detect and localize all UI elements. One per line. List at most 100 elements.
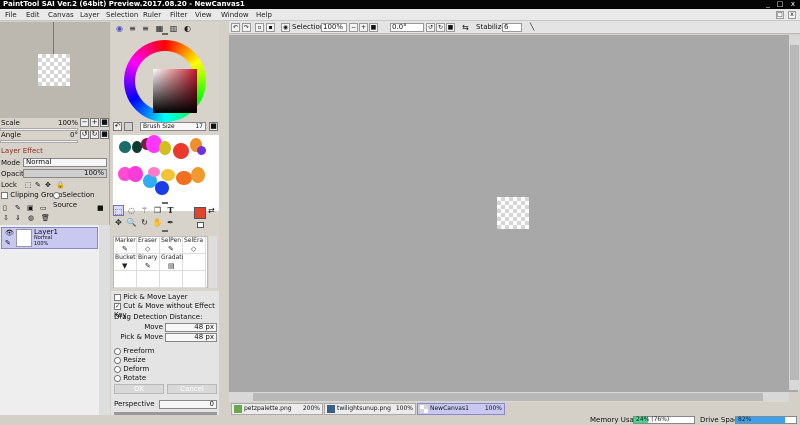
- swatch[interactable]: [197, 146, 206, 155]
- panel-grip[interactable]: [162, 33, 168, 35]
- lock-all-icon[interactable]: 🔒: [56, 180, 65, 190]
- zoom-out-icon[interactable]: −: [80, 118, 89, 127]
- brush-grid-scrollbar[interactable]: [209, 236, 217, 288]
- restore-button[interactable]: □: [776, 1, 784, 8]
- cut-move-checkbox[interactable]: ✓: [114, 302, 121, 310]
- brush-empty-slot[interactable]: [183, 271, 206, 288]
- foreground-color-icon[interactable]: [194, 207, 206, 219]
- color-wheel[interactable]: [124, 40, 206, 122]
- swatch[interactable]: [148, 167, 160, 177]
- menu-file[interactable]: File: [5, 9, 17, 21]
- rotate-radio[interactable]: [114, 374, 121, 382]
- canvas-area[interactable]: [229, 35, 798, 392]
- brush-gradation[interactable]: Gradati ▤: [160, 254, 183, 271]
- pick-move-layer-checkbox[interactable]: [114, 293, 121, 301]
- swatch[interactable]: [159, 141, 171, 155]
- new-raster-layer-icon[interactable]: ✎: [15, 203, 21, 213]
- perspective-field[interactable]: 0: [159, 400, 217, 409]
- tab-twilightsunup[interactable]: twilightsunup.png 100%: [324, 403, 416, 415]
- zoom-field[interactable]: 100%: [321, 23, 347, 32]
- move-tool-icon[interactable]: ✥: [113, 217, 124, 228]
- brush-marker[interactable]: Marker ✎: [114, 237, 137, 254]
- brush-eraser[interactable]: Eraser ◇: [137, 237, 160, 254]
- canvas-vertical-scrollbar[interactable]: [789, 35, 800, 390]
- transform-freeform[interactable]: Freeform: [114, 347, 154, 356]
- child-restore-icon[interactable]: □: [776, 11, 784, 19]
- pick-move-distance-field[interactable]: 48 px: [165, 333, 217, 342]
- menu-layer[interactable]: Layer: [80, 9, 100, 21]
- new-layer-icon[interactable]: ▯: [3, 203, 7, 213]
- lock-transparency-icon[interactable]: ⬚: [25, 180, 32, 190]
- panel-scrollbar[interactable]: [219, 22, 229, 425]
- vertical-scroll-thumb[interactable]: [790, 45, 799, 380]
- brush-empty-slot[interactable]: [114, 271, 137, 288]
- swatch[interactable]: [173, 143, 189, 159]
- navigator[interactable]: [0, 22, 110, 118]
- copy-layer-tool-icon[interactable]: ❐: [152, 205, 163, 216]
- rotate-right-icon[interactable]: ↻: [436, 23, 445, 32]
- rotate-reset-icon[interactable]: ■: [100, 130, 109, 139]
- menu-canvas[interactable]: Canvas: [48, 9, 74, 21]
- rotate-left-icon[interactable]: ↺: [426, 23, 435, 32]
- brush-empty-slot[interactable]: [183, 254, 206, 271]
- menu-view[interactable]: View: [195, 9, 212, 21]
- panel-grip[interactable]: [162, 202, 168, 204]
- menu-edit[interactable]: Edit: [26, 9, 40, 21]
- undo-icon[interactable]: ↶: [231, 23, 240, 32]
- lock-move-icon[interactable]: ✥: [45, 180, 51, 190]
- rotate-right-icon[interactable]: ↻: [90, 130, 99, 139]
- show-selection-icon[interactable]: ◉: [281, 23, 290, 32]
- color-wheel-tab-icon[interactable]: ◉: [114, 23, 125, 34]
- transform-deform[interactable]: Deform: [114, 365, 149, 374]
- angle-slider[interactable]: [0, 140, 78, 143]
- lasso-tool-icon[interactable]: ◌: [126, 205, 137, 216]
- rgb-sliders-tab-icon[interactable]: ≡: [127, 23, 138, 34]
- angle-field[interactable]: 0.0°: [390, 23, 424, 32]
- rotate-left-icon[interactable]: ↺: [80, 130, 89, 139]
- selection-source-radio[interactable]: [53, 191, 60, 199]
- panel-grip[interactable]: [162, 230, 168, 232]
- brush-binary[interactable]: Binary ✎: [137, 254, 160, 271]
- swatch[interactable]: [161, 169, 175, 181]
- minimize-button[interactable]: _: [764, 1, 772, 8]
- scratchpad-tab-icon[interactable]: ▥: [168, 23, 179, 34]
- layer-row[interactable]: 👁 ✎ Layer1 Normal 100%: [1, 227, 98, 249]
- navigator-preview[interactable]: [38, 54, 70, 86]
- tab-newcanvas1[interactable]: NewCanvas1 100%: [417, 403, 505, 415]
- zoom-out-icon[interactable]: −: [349, 23, 358, 32]
- transform-resize[interactable]: Resize: [114, 356, 146, 365]
- magic-wand-tool-icon[interactable]: ⚚: [139, 205, 150, 216]
- undo-icon[interactable]: ↶: [113, 122, 122, 131]
- pick-move-layer-option[interactable]: Pick & Move Layer: [114, 293, 188, 302]
- hsv-sliders-tab-icon[interactable]: ≡: [140, 23, 151, 34]
- freeform-radio[interactable]: [114, 347, 121, 355]
- scratchpad[interactable]: [113, 135, 219, 211]
- layer-panel-toggle-icon[interactable]: ■: [97, 203, 104, 213]
- brush-empty-slot[interactable]: [160, 271, 183, 288]
- close-button[interactable]: x: [789, 1, 797, 8]
- brush-bucket[interactable]: Bucket ▼: [114, 254, 137, 271]
- flip-horizontal-icon[interactable]: ⇆: [462, 21, 469, 34]
- canvas-horizontal-scrollbar[interactable]: [229, 392, 789, 402]
- zoom-tool-icon[interactable]: 🔍: [126, 217, 137, 228]
- deselect-icon[interactable]: ▫: [255, 23, 264, 32]
- saturation-value-square[interactable]: [153, 69, 197, 113]
- child-close-icon[interactable]: x: [788, 11, 796, 19]
- brush-size-preset-icon[interactable]: ■: [209, 122, 218, 131]
- mode-select[interactable]: Normal: [23, 158, 107, 167]
- delete-layer-icon[interactable]: 🗑: [41, 213, 50, 223]
- swatch[interactable]: [155, 181, 169, 195]
- mixer-tab-icon[interactable]: ◐: [182, 23, 193, 34]
- rect-select-tool-icon[interactable]: ⬚: [113, 205, 124, 216]
- merge-down-icon[interactable]: ⇓: [15, 213, 21, 223]
- cancel-button[interactable]: Cancel: [167, 384, 217, 394]
- zoom-reset-icon[interactable]: ■: [369, 23, 378, 32]
- text-tool-icon[interactable]: T: [165, 205, 176, 216]
- resize-radio[interactable]: [114, 356, 121, 364]
- swatch[interactable]: [119, 141, 131, 153]
- swatch[interactable]: [128, 166, 143, 182]
- layer-effect-header[interactable]: Layer Effect: [0, 146, 110, 156]
- lock-draw-icon[interactable]: ✎: [35, 180, 41, 190]
- redo-icon[interactable]: ↷: [242, 23, 251, 32]
- menu-selection[interactable]: Selection: [106, 9, 138, 21]
